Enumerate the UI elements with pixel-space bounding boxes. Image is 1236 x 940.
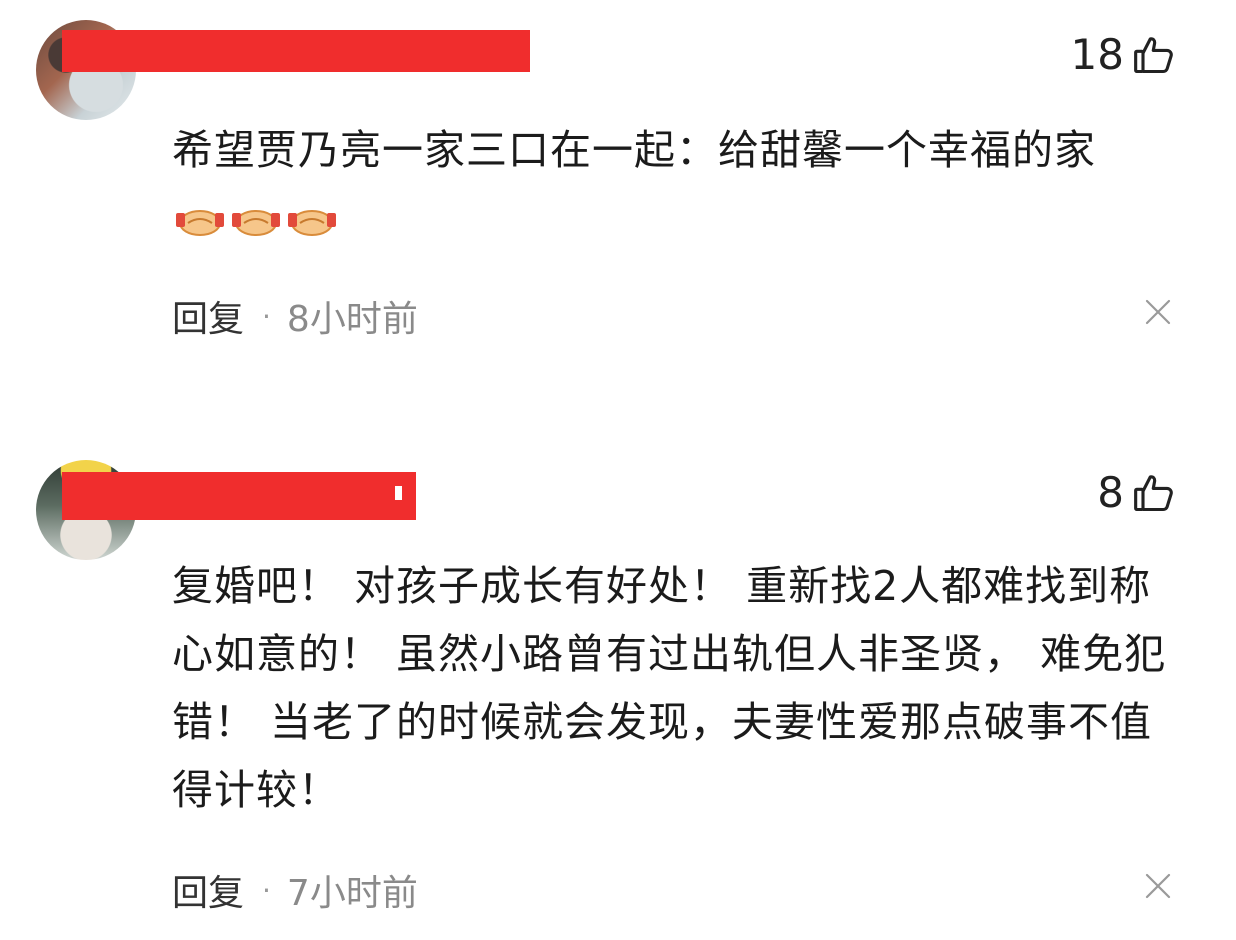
thumbs-up-icon xyxy=(1132,33,1176,77)
timestamp: 7小时前 xyxy=(286,873,418,914)
comment-text: 复婚吧！ 对孩子成长有好处！ 重新找2人都难找到称心如意的！ 虽然小路曾有过出轨… xyxy=(172,552,1182,824)
comment-meta: 回复 · 8小时前 xyxy=(172,290,418,342)
comment-body: 希望贾乃亮一家三口在一起：给甜馨一个幸福的家 xyxy=(172,126,1096,174)
reply-button[interactable]: 回复 xyxy=(172,864,244,916)
comment-item: 18 希望贾乃亮一家三口在一起：给甜馨一个幸福的家 回复 · 8小时前 xyxy=(0,0,1236,400)
handshake-emoji xyxy=(288,210,336,236)
emoji-group xyxy=(174,201,338,241)
separator-dot: · xyxy=(262,299,271,333)
like-button[interactable]: 8 xyxy=(1097,468,1176,517)
comment-item: 8 复婚吧！ 对孩子成长有好处！ 重新找2人都难找到称心如意的！ 虽然小路曾有过… xyxy=(0,440,1236,940)
reply-button[interactable]: 回复 xyxy=(172,290,244,342)
like-count: 8 xyxy=(1097,468,1124,517)
timestamp: 8小时前 xyxy=(286,299,418,340)
comment-body: 复婚吧！ 对孩子成长有好处！ 重新找2人都难找到称心如意的！ 虽然小路曾有过出轨… xyxy=(172,562,1167,814)
separator-dot: · xyxy=(262,873,271,907)
redacted-username xyxy=(62,30,530,72)
close-icon[interactable] xyxy=(1144,298,1172,326)
redacted-username xyxy=(62,472,416,520)
handshake-emoji xyxy=(176,210,224,236)
like-button[interactable]: 18 xyxy=(1071,30,1176,79)
handshake-emoji xyxy=(232,210,280,236)
thumbs-up-icon xyxy=(1132,471,1176,515)
comment-text: 希望贾乃亮一家三口在一起：给甜馨一个幸福的家 xyxy=(172,116,1182,252)
like-count: 18 xyxy=(1070,30,1124,79)
comment-meta: 回复 · 7小时前 xyxy=(172,864,418,916)
close-icon[interactable] xyxy=(1144,872,1172,900)
